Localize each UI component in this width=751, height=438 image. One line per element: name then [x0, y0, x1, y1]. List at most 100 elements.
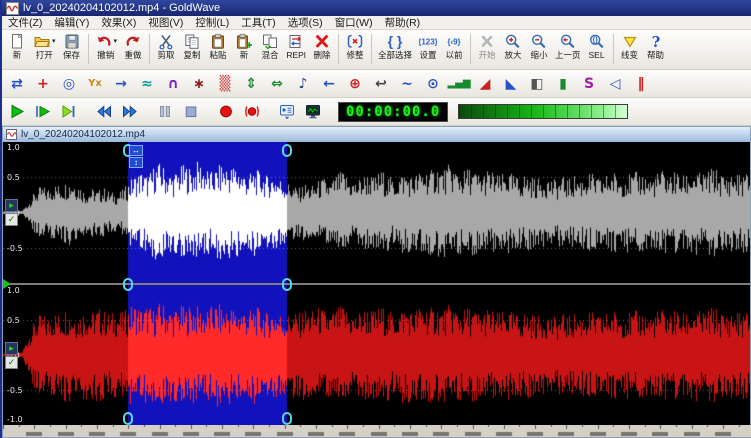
mechanize-button[interactable]: ∗ — [186, 72, 212, 96]
menu-item-5[interactable]: 工具(T) — [235, 16, 281, 30]
replace-button[interactable]: REPl — [283, 31, 309, 68]
offset-button[interactable]: ⇕ — [238, 72, 264, 96]
fast-forward-button[interactable] — [117, 100, 143, 124]
filter-button[interactable]: → — [108, 72, 134, 96]
window-title: lv_0_20240204102012.mp4 - GoldWave — [23, 2, 220, 14]
dropdown-arrow-icon[interactable]: ▾ — [114, 37, 118, 45]
zoom-out-button[interactable]: 缩小 — [526, 31, 552, 68]
waveform-canvas-right[interactable] — [3, 285, 750, 425]
selection-handle[interactable] — [282, 412, 292, 425]
undo-button[interactable]: ▾撤销 — [92, 31, 121, 68]
resample-button[interactable]: ⊕ — [342, 72, 368, 96]
dynamics-button[interactable]: + — [30, 72, 56, 96]
shape-volume-button[interactable]: S — [576, 72, 602, 96]
redo-button[interactable]: 重做 — [120, 31, 146, 68]
playback-position-marker[interactable] — [3, 279, 11, 289]
menu-item-4[interactable]: 控制(L) — [189, 16, 235, 30]
selection-handle[interactable] — [123, 412, 133, 425]
echo-button[interactable]: ◎ — [56, 72, 82, 96]
cancel-button[interactable]: 开始 — [474, 31, 500, 68]
pause-button[interactable] — [152, 100, 178, 124]
time-warp-button[interactable]: ⊙ — [420, 72, 446, 96]
menu-item-8[interactable]: 帮助(R) — [379, 16, 427, 30]
menu-item-6[interactable]: 选项(S) — [282, 16, 329, 30]
menu-item-7[interactable]: 窗口(W) — [329, 16, 379, 30]
play-all-button[interactable] — [56, 100, 82, 124]
mix-button[interactable]: 混合 — [257, 31, 283, 68]
invert-button[interactable]: ∩ — [160, 72, 186, 96]
expression-button[interactable]: Yx — [82, 72, 108, 96]
new-button[interactable]: 新 — [4, 31, 30, 68]
voice-over-button[interactable]: ◁ — [602, 72, 628, 96]
toolbar-separator — [338, 34, 339, 64]
zoom-prev-button[interactable]: 上一页 — [552, 31, 584, 68]
volume-button[interactable]: ▂▄▆ — [446, 72, 472, 96]
noise-reduction-button[interactable]: ▒ — [212, 72, 238, 96]
visuals-button[interactable] — [300, 100, 326, 124]
playback-rate-button[interactable]: ← — [316, 72, 342, 96]
channel-enable-checkbox[interactable] — [5, 213, 18, 226]
set-selection-button[interactable]: {123}设置 — [415, 31, 441, 68]
channel-right-controls[interactable] — [5, 342, 18, 369]
stop-button[interactable] — [178, 100, 204, 124]
fade-in-button[interactable]: ◢ — [472, 72, 498, 96]
svg-text:{123}: {123} — [419, 37, 437, 46]
zoom-prev-icon — [559, 32, 577, 50]
channel-left: 1.00.50.0-0.5 — [3, 142, 750, 283]
pan-button[interactable]: ⇔ — [264, 72, 290, 96]
delete-button[interactable]: 删除 — [309, 31, 335, 68]
copy-button[interactable]: 复制 — [179, 31, 205, 68]
selection-handle[interactable] — [282, 144, 292, 157]
open-button[interactable]: ▾打开 — [30, 31, 59, 68]
play-selection-button[interactable] — [30, 100, 56, 124]
selection-drag-horizontal-icon[interactable] — [129, 145, 143, 156]
zoom-sel-button[interactable]: {}SEL — [584, 31, 610, 68]
selection-handle[interactable] — [282, 278, 292, 291]
trim-button[interactable]: 修整 — [342, 31, 368, 68]
filter-icon: → — [115, 77, 127, 91]
match-volume-button[interactable]: ◧ — [524, 72, 550, 96]
max-volume-icon: ▮ — [559, 77, 567, 91]
selection-drag-vertical-icon[interactable] — [129, 157, 143, 168]
menu-item-3[interactable]: 视图(V) — [142, 16, 189, 30]
title-bar[interactable]: lv_0_20240204102012.mp4 - GoldWave — [2, 0, 751, 16]
paste-new-button[interactable]: 新 — [231, 31, 257, 68]
selection-handle[interactable] — [123, 278, 133, 291]
waveform-canvas-left[interactable] — [3, 142, 750, 283]
doppler-button[interactable]: ⇄ — [4, 72, 30, 96]
paste-button[interactable]: 粘贴 — [205, 31, 231, 68]
max-volume-button[interactable]: ▮ — [550, 72, 576, 96]
menu-item-1[interactable]: 编辑(Y) — [48, 16, 95, 30]
menu-item-0[interactable]: 文件(Z) — [2, 16, 48, 30]
record-loop-button[interactable] — [239, 100, 265, 124]
select-all-button[interactable]: { }全部选择 — [375, 31, 415, 68]
equalizer-button[interactable]: ‖ — [628, 72, 654, 96]
zoom-sel-icon: {} — [588, 32, 606, 50]
channel-left-controls[interactable] — [5, 199, 18, 226]
save-button[interactable]: 保存 — [59, 31, 85, 68]
smoother-button[interactable]: ~ — [394, 72, 420, 96]
time-display: 00:00:00.0 — [338, 102, 448, 122]
marker-icon — [621, 32, 639, 50]
zoom-in-icon — [504, 32, 522, 50]
flanger-button[interactable]: ≈ — [134, 72, 160, 96]
control-properties-button[interactable] — [274, 100, 300, 124]
marker-button[interactable]: 线变 — [617, 31, 643, 68]
dropdown-arrow-icon[interactable]: ▾ — [52, 37, 56, 45]
selection-start-marker[interactable] — [129, 145, 143, 168]
play-button[interactable] — [4, 100, 30, 124]
rewind-button[interactable] — [91, 100, 117, 124]
zoom-in-button[interactable]: 放大 — [500, 31, 526, 68]
help-button[interactable]: ?帮助 — [643, 31, 669, 68]
prev-selection-button[interactable]: {‹9}以前 — [441, 31, 467, 68]
fade-out-button[interactable]: ◣ — [498, 72, 524, 96]
pitch-button[interactable]: ♪ — [290, 72, 316, 96]
channel-enable-checkbox[interactable] — [5, 356, 18, 369]
menu-item-2[interactable]: 效果(X) — [95, 16, 142, 30]
time-ruler[interactable] — [3, 425, 751, 437]
document-titlebar[interactable]: lv_0_20240204102012.mp4 — [3, 127, 750, 142]
record-button[interactable] — [213, 100, 239, 124]
amplitude-label: -1.0 — [7, 415, 23, 424]
reverse-button[interactable]: ↩ — [368, 72, 394, 96]
cut-button[interactable]: 剪取 — [153, 31, 179, 68]
